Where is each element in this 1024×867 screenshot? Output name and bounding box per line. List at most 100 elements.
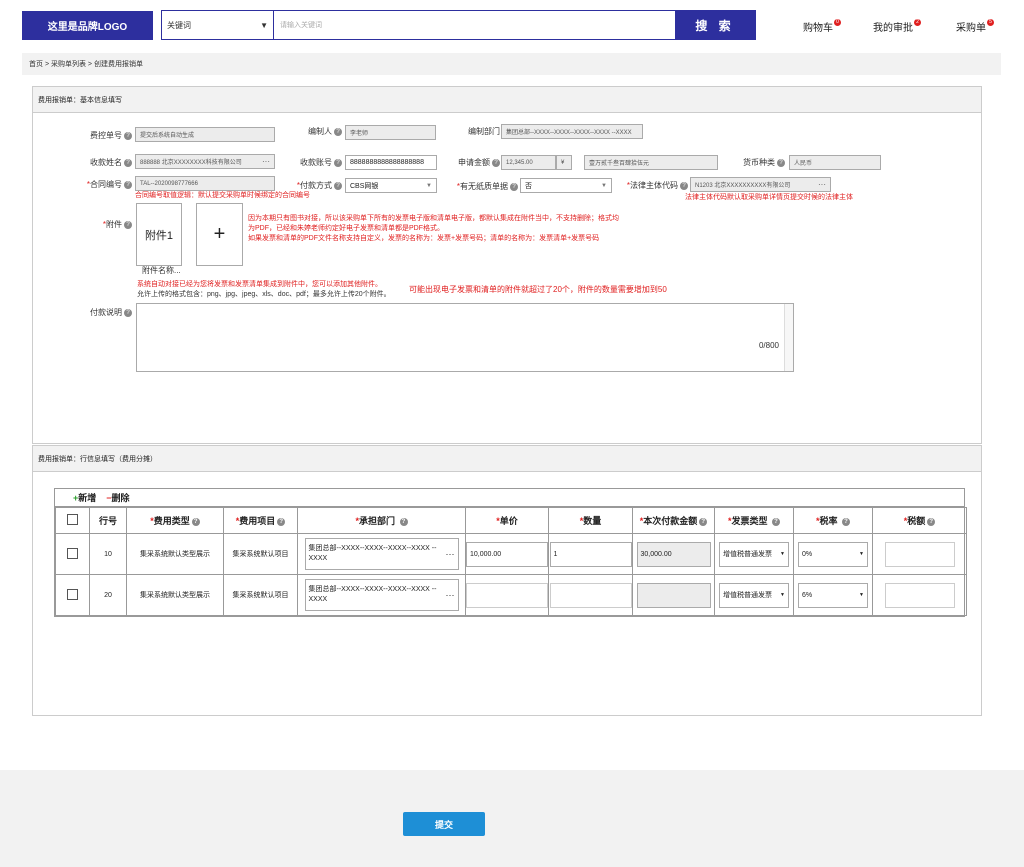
help-icon[interactable]: ? <box>334 181 342 190</box>
tax-rate-cell: 6% ▼ <box>793 574 873 616</box>
help-icon[interactable]: ? <box>699 517 708 526</box>
add-row-button[interactable]: +新增 <box>73 491 96 504</box>
price-input[interactable]: 10,000.00 <box>466 541 548 567</box>
dept-cell: 集团总部--XXXX--XXXX--XXXX--XXXX --XXXX ··· <box>297 533 466 575</box>
nav-cart-label: 购物车 <box>803 23 833 34</box>
help-icon[interactable]: ? <box>510 182 518 191</box>
qty-input[interactable] <box>549 582 632 608</box>
help-icon[interactable]: ? <box>777 158 785 167</box>
chevron-down-icon: ▼ <box>601 182 607 189</box>
help-icon[interactable]: ? <box>492 158 500 167</box>
nav-approval[interactable]: 我的审批2 <box>873 19 921 34</box>
help-icon[interactable]: ? <box>334 127 342 136</box>
contract-field: TAL--2020098777666 <box>135 176 275 191</box>
table-row: 10 集采系统默认类型展示 集采系统默认项目 集团总部--XXXX--XXXX-… <box>55 533 967 575</box>
col-fee-item: *费用项目? <box>223 507 298 534</box>
help-icon[interactable]: ? <box>842 517 851 526</box>
chevron-down-icon: ▼ <box>260 20 268 30</box>
amount-label: 申请金额? <box>440 157 500 168</box>
paper-select[interactable]: 否 ▼ <box>520 178 612 193</box>
payee-name-field[interactable]: 888888 北京XXXXXXXX科技有限公司 ··· <box>135 154 275 169</box>
search-button[interactable]: 搜 索 <box>675 11 755 39</box>
col-line-no: 行号 <box>89 507 127 534</box>
amount-field[interactable]: 12,345.00 <box>501 155 556 170</box>
help-icon[interactable]: ? <box>927 517 936 526</box>
dept-picker[interactable]: 集团总部--XXXX--XXXX--XXXX--XXXX --XXXX ··· <box>304 579 459 611</box>
brand-logo[interactable]: 这里是品牌LOGO <box>22 11 153 40</box>
line-info-title: 费用报销单：行信息填写（费用分摊） <box>33 446 981 472</box>
currency-field: 人民币 <box>789 155 881 170</box>
help-icon[interactable]: ? <box>399 517 408 526</box>
select-all-checkbox[interactable] <box>67 514 78 525</box>
col-amount: *本次付款金额? <box>632 507 715 534</box>
approval-badge: 2 <box>914 19 921 26</box>
invoice-type-select[interactable]: 增值税普通发票 ▼ <box>719 541 789 567</box>
tax-rate-select[interactable]: 6% ▼ <box>798 582 868 608</box>
nav-cart[interactable]: 购物车0 <box>803 19 841 34</box>
amount-cell <box>632 574 715 616</box>
more-icon[interactable]: ··· <box>818 180 826 189</box>
tax-cell <box>872 574 967 616</box>
line-no: 20 <box>89 574 127 616</box>
keyword-select[interactable]: 关键词 ▼ <box>162 11 274 39</box>
help-icon[interactable]: ? <box>277 517 286 526</box>
row-checkbox[interactable] <box>67 547 78 559</box>
tax-rate-cell: 0% ▼ <box>793 533 873 575</box>
help-icon[interactable]: ? <box>772 517 781 526</box>
currency-label: 货币种类? <box>730 157 785 168</box>
amount-field: 30,000.00 <box>636 541 711 567</box>
char-counter: 0/800 <box>758 341 779 350</box>
tax-cell <box>872 533 967 575</box>
col-price: *单价 <box>465 507 549 534</box>
help-icon[interactable]: ? <box>124 220 132 229</box>
dept-picker[interactable]: 集团总部--XXXX--XXXX--XXXX--XXXX --XXXX ··· <box>304 538 459 570</box>
more-icon[interactable]: ··· <box>443 549 455 559</box>
tax-rate-select[interactable]: 0% ▼ <box>798 541 868 567</box>
col-dept: *承担部门 ? <box>297 507 466 534</box>
contract-note: 合同编号取值逻辑：默认提交采购单时候绑定的合同编号 <box>135 192 310 199</box>
pay-desc-textarea[interactable]: 0/800 <box>136 303 794 372</box>
help-icon[interactable]: ? <box>124 180 132 189</box>
search-input[interactable]: 请输入关键词 <box>274 11 675 39</box>
help-icon[interactable]: ? <box>680 181 688 190</box>
row-checkbox[interactable] <box>67 588 78 600</box>
table-header-row: 行号 *费用类型? *费用项目? *承担部门 ? *单价 *数量 *本次付款金额… <box>55 507 967 534</box>
help-icon[interactable]: ? <box>124 308 132 317</box>
submit-button[interactable]: 提交 <box>403 812 485 836</box>
table-toolbar: +新增 −删除 <box>55 489 964 507</box>
pay-method-select[interactable]: CBS网银 ▼ <box>345 178 437 193</box>
help-icon[interactable]: ? <box>124 158 132 167</box>
attachment-item[interactable]: 附件1 <box>136 203 182 266</box>
amount-unit: ¥ <box>556 155 572 170</box>
more-icon[interactable]: ··· <box>443 590 455 600</box>
dept-label: 编制部门 <box>468 127 500 136</box>
price-cell <box>465 574 549 616</box>
add-attachment-button[interactable]: + <box>196 203 243 266</box>
tax-input[interactable] <box>884 582 955 608</box>
delete-row-button[interactable]: −删除 <box>106 491 129 504</box>
help-icon[interactable]: ? <box>124 131 132 140</box>
help-icon[interactable]: ? <box>191 517 200 526</box>
amount-field <box>636 582 711 608</box>
qty-input[interactable]: 1 <box>549 541 632 567</box>
tax-input[interactable] <box>884 541 955 567</box>
qty-cell: 1 <box>548 533 633 575</box>
fee-type: 集采系统默认类型展示 <box>126 574 224 616</box>
select-all-cell <box>55 507 90 534</box>
col-tax: *税额? <box>872 507 967 534</box>
more-icon[interactable]: ··· <box>262 157 270 166</box>
payee-account-field[interactable]: 8888888888888888888 <box>345 155 437 170</box>
legal-note: 法律主体代码默认取采购单详情页提交时候的法律主体 <box>685 194 853 201</box>
chevron-down-icon: ▼ <box>859 551 864 557</box>
nav-purchase[interactable]: 采购单5 <box>956 19 994 34</box>
textarea-scrollbar[interactable] <box>784 304 793 371</box>
invoice-type-select[interactable]: 增值税普通发票 ▼ <box>719 582 789 608</box>
row-select-cell <box>55 574 90 616</box>
col-fee-type: *费用类型? <box>126 507 224 534</box>
line-grid: 行号 *费用类型? *费用项目? *承担部门 ? *单价 *数量 *本次付款金额… <box>55 507 967 616</box>
help-icon[interactable]: ? <box>334 158 342 167</box>
price-input[interactable] <box>466 582 548 608</box>
keyword-select-label: 关键词 <box>167 20 191 30</box>
legal-field[interactable]: N1203 北京XXXXXXXXXX有限公司 ··· <box>690 177 831 192</box>
col-invoice-type: *发票类型 ? <box>714 507 794 534</box>
